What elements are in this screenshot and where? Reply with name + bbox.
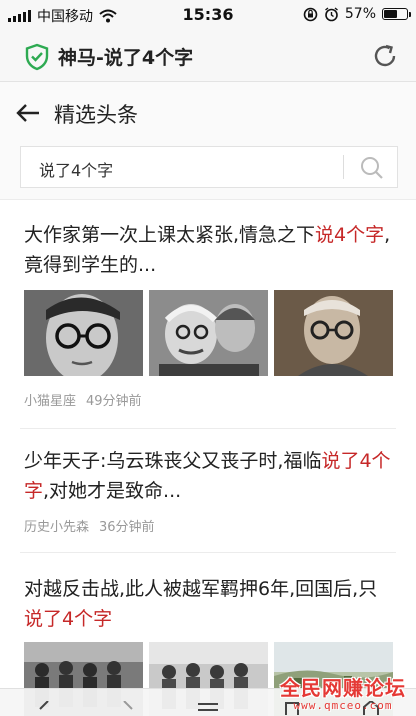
battery-icon <box>382 8 411 20</box>
browser-title[interactable]: 神马-说了4个字 <box>58 43 193 70</box>
article-title[interactable]: 少年天子:乌云珠丧父又丧子时,福临说了4个字,对她才是致命... <box>24 446 396 506</box>
article-title[interactable]: 大作家第一次上课太紧张,情急之下说4个字,竟得到学生的... <box>24 220 396 280</box>
rotation-lock-icon <box>303 7 318 21</box>
page-header: 精选头条 <box>0 82 416 144</box>
browser-bar: 神马-说了4个字 <box>0 30 416 82</box>
watermark-url: www.qmceo.com <box>293 699 393 712</box>
page-title: 精选头条 <box>54 103 138 127</box>
search-divider <box>343 155 344 179</box>
article-title-highlight: 说了4个字 <box>24 608 113 630</box>
status-right: 57% <box>303 6 411 22</box>
article-meta: 小猫星座 49分钟前 <box>24 390 142 409</box>
article-1[interactable]: 大作家第一次上课太紧张,情急之下说4个字,竟得到学生的... 小猫星座 49分钟… <box>0 200 416 440</box>
status-bar: 中国移动 15:36 57% <box>0 0 416 30</box>
article-time: 36分钟前 <box>99 520 155 535</box>
thumbnail-image[interactable] <box>274 290 393 376</box>
article-3[interactable]: 对越反击战,此人被越军羁押6年,回国后,只说了4个字 <box>0 562 416 716</box>
article-2[interactable]: 少年天子:乌云珠丧父又丧子时,福临说了4个字,对她才是致命... 历史小先森 36… <box>0 430 416 570</box>
battery-percent: 57% <box>344 6 376 22</box>
article-source[interactable]: 小猫星座 <box>24 394 76 409</box>
forward-nav-icon[interactable] <box>120 701 134 715</box>
thumbnail-image[interactable] <box>24 290 143 376</box>
article-time: 49分钟前 <box>86 394 142 409</box>
article-title-text: 大作家第一次上课太紧张,情急之下 <box>24 224 316 246</box>
divider <box>20 428 396 429</box>
search-area: 说了4个字 <box>0 144 416 200</box>
menu-icon[interactable] <box>196 701 220 715</box>
watermark: 全民网赚论坛 www.qmceo.com <box>280 672 406 712</box>
article-thumbnails <box>24 290 393 376</box>
watermark-title: 全民网赚论坛 <box>280 676 406 700</box>
article-title-highlight: 说4个字 <box>315 224 385 246</box>
article-title-text: 少年天子:乌云珠丧父又丧子时,福临 <box>24 450 322 472</box>
article-title[interactable]: 对越反击战,此人被越军羁押6年,回国后,只说了4个字 <box>24 574 396 634</box>
back-nav-icon[interactable] <box>38 701 52 715</box>
alarm-icon <box>324 6 338 21</box>
article-title-text: 对越反击战,此人被越军羁押6年,回国后,只 <box>24 578 378 600</box>
search-input[interactable]: 说了4个字 <box>20 146 398 188</box>
article-meta: 历史小先森 36分钟前 <box>24 516 155 535</box>
search-query[interactable]: 说了4个字 <box>39 157 113 181</box>
refresh-icon[interactable] <box>370 41 400 71</box>
search-icon[interactable] <box>359 155 385 181</box>
article-source[interactable]: 历史小先森 <box>24 520 89 535</box>
back-arrow-icon[interactable] <box>14 100 42 126</box>
article-title-text: ,对她才是致命... <box>43 480 182 502</box>
divider <box>20 552 396 553</box>
thumbnail-image[interactable] <box>149 290 268 376</box>
shield-icon <box>25 43 49 71</box>
